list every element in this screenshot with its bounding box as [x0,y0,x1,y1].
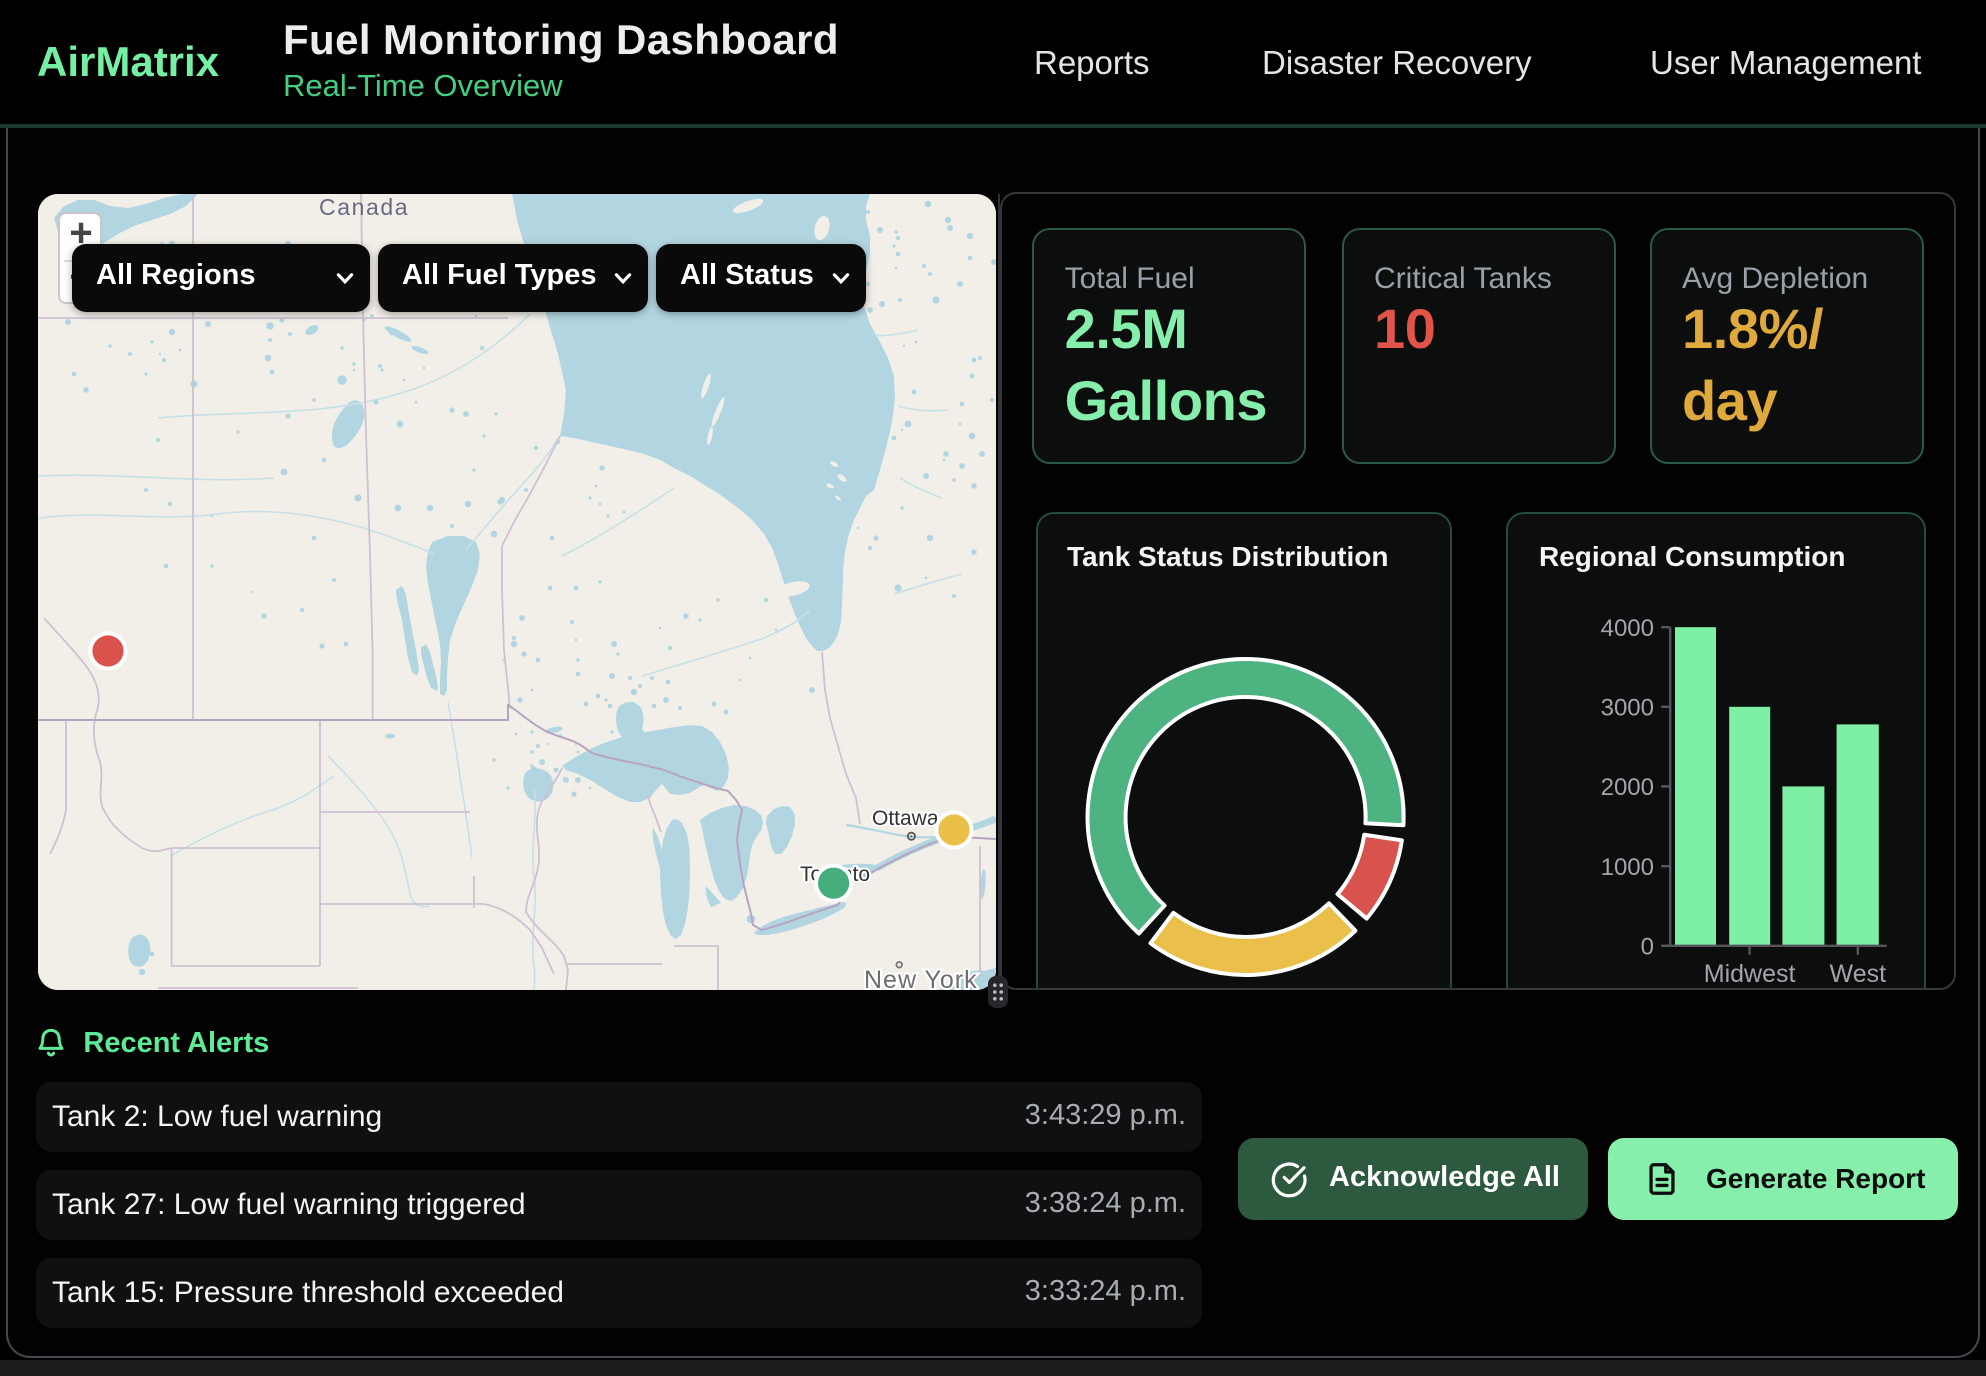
svg-text:3000: 3000 [1600,694,1653,721]
svg-text:Ottawa: Ottawa [871,806,938,829]
svg-text:2000: 2000 [1600,773,1653,800]
svg-text:New York: New York [863,965,977,989]
svg-text:Canada: Canada [318,193,408,219]
svg-text:4000: 4000 [1600,614,1653,641]
svg-text:1000: 1000 [1600,853,1653,880]
svg-text:Midwest: Midwest [1703,959,1795,987]
svg-text:West: West [1829,959,1886,987]
svg-text:0: 0 [1640,933,1653,960]
